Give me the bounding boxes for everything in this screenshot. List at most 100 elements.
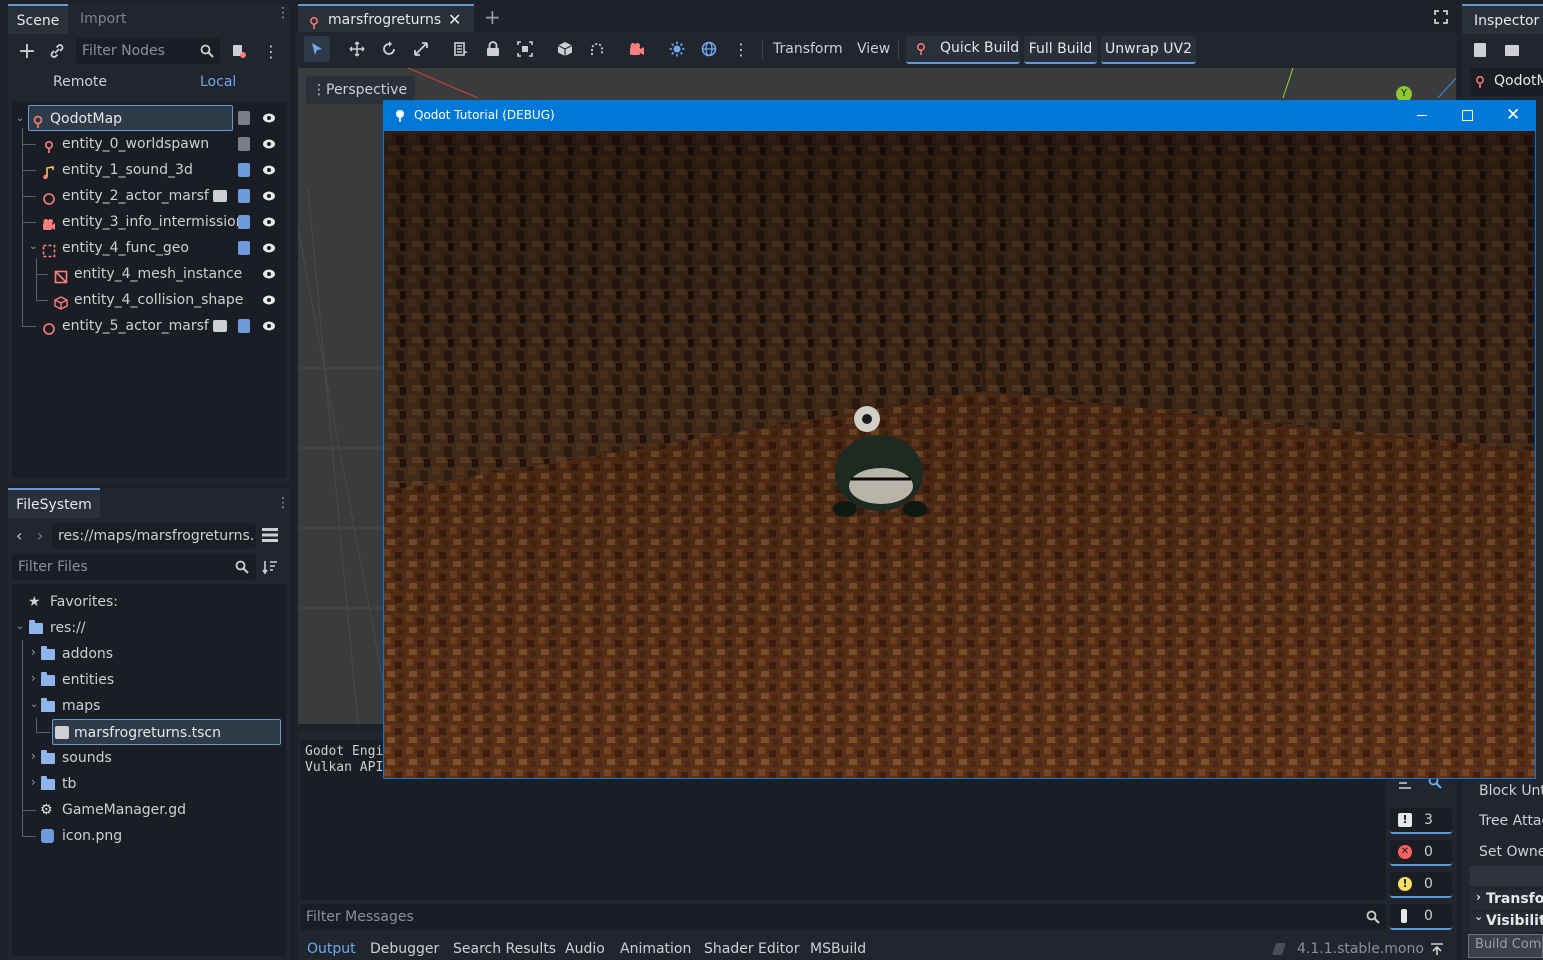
- eye-icon[interactable]: [262, 163, 276, 177]
- chevron-right-icon[interactable]: ›: [31, 671, 36, 685]
- group-icon[interactable]: [512, 36, 538, 62]
- chevron-right-icon[interactable]: ›: [31, 749, 36, 763]
- environment-globe-icon[interactable]: [696, 36, 722, 62]
- snap-icon[interactable]: [584, 36, 610, 62]
- unwrap-uv2-button[interactable]: Unwrap UV2: [1101, 36, 1196, 64]
- new-resource-icon[interactable]: [1474, 43, 1486, 57]
- file-marsfrogreturns[interactable]: marsfrogreturns.tscn: [52, 719, 281, 745]
- script-icon[interactable]: [238, 319, 250, 333]
- mode-remote[interactable]: Remote: [53, 74, 107, 90]
- eye-icon[interactable]: [262, 189, 276, 203]
- list-select-icon[interactable]: [448, 36, 474, 62]
- chevron-down-icon[interactable]: ⌄: [16, 621, 24, 632]
- build-complete-button[interactable]: Build Com: [1468, 934, 1543, 958]
- game-render[interactable]: [384, 131, 1535, 778]
- select-tool-icon[interactable]: [304, 36, 330, 62]
- clapperboard-icon[interactable]: [213, 190, 227, 202]
- forward-arrow-icon[interactable]: ›: [37, 526, 43, 545]
- link-icon[interactable]: [44, 38, 70, 64]
- bottom-tab-animation[interactable]: Animation: [620, 938, 691, 960]
- eye-icon[interactable]: [262, 215, 276, 229]
- script-icon[interactable]: [238, 189, 250, 203]
- chevron-right-icon[interactable]: ›: [31, 775, 36, 789]
- script-icon[interactable]: [238, 163, 250, 177]
- eye-icon[interactable]: [262, 293, 276, 307]
- close-icon[interactable]: ✕: [448, 6, 461, 34]
- add-tab-icon[interactable]: +: [484, 5, 501, 29]
- list-view-icon[interactable]: [262, 527, 278, 543]
- script-icon[interactable]: [238, 137, 250, 151]
- tab-scene[interactable]: Scene: [8, 4, 68, 34]
- fullscreen-icon[interactable]: [1434, 10, 1448, 24]
- error-count-toggle[interactable]: ✕ 0: [1390, 840, 1452, 866]
- view-menu[interactable]: View: [857, 36, 890, 62]
- path-field[interactable]: res://maps/marsfrogreturns.: [52, 523, 256, 549]
- game-window-titlebar[interactable]: Qodot Tutorial (DEBUG) ✕: [384, 101, 1535, 131]
- chevron-right-icon[interactable]: ›: [31, 645, 36, 659]
- tree-node-mesh-instance[interactable]: entity_4_mesh_instance: [52, 261, 242, 287]
- tree-node-func-geo[interactable]: entity_4_func_geo: [40, 235, 230, 261]
- tab-scene-file[interactable]: marsfrogreturns ✕: [298, 4, 474, 32]
- maximize-icon[interactable]: [1462, 110, 1473, 121]
- scale-tool-icon[interactable]: [408, 36, 434, 62]
- back-arrow-icon[interactable]: ‹: [16, 526, 22, 545]
- eye-icon[interactable]: [262, 319, 276, 333]
- mode-local[interactable]: Local: [200, 74, 236, 90]
- rotate-tool-icon[interactable]: [376, 36, 402, 62]
- move-tool-icon[interactable]: [344, 36, 370, 62]
- tab-inspector[interactable]: Inspector: [1462, 4, 1543, 34]
- bottom-tab-search-results[interactable]: Search Results: [453, 938, 556, 960]
- script-icon[interactable]: [238, 111, 250, 125]
- eye-icon[interactable]: [262, 137, 276, 151]
- inspector-node-row[interactable]: QodotM: [1470, 68, 1543, 96]
- section-transform[interactable]: › Transfor: [1470, 890, 1543, 910]
- tree-node-marsfrog-2[interactable]: entity_2_actor_marsfrog: [40, 183, 210, 209]
- file-icon-png[interactable]: icon.png: [40, 823, 240, 849]
- folder-maps[interactable]: maps: [40, 693, 240, 719]
- chevron-down-icon[interactable]: ⌄: [16, 113, 24, 124]
- camera-icon[interactable]: [624, 36, 650, 62]
- bottom-tab-debugger[interactable]: Debugger: [370, 938, 439, 960]
- filter-messages-input[interactable]: Filter Messages: [300, 904, 1386, 930]
- clapperboard-icon[interactable]: [213, 320, 227, 332]
- close-icon[interactable]: ✕: [1506, 105, 1520, 125]
- chevron-down-icon[interactable]: ⌄: [29, 241, 37, 252]
- bottom-tab-shader-editor[interactable]: Shader Editor: [704, 938, 799, 960]
- bottom-tab-msbuild[interactable]: MSBuild: [810, 938, 866, 960]
- cube-icon[interactable]: [552, 36, 578, 62]
- tab-filesystem[interactable]: FileSystem: [8, 488, 100, 518]
- panel-pin-icon[interactable]: [1430, 942, 1444, 956]
- filter-files-input[interactable]: Filter Files: [12, 554, 256, 580]
- inspector-field[interactable]: [1470, 866, 1543, 886]
- file-gamemanager[interactable]: ⚙ GameManager.gd: [40, 797, 240, 823]
- script-icon[interactable]: [238, 215, 250, 229]
- section-visibility[interactable]: ⌄ Visibility: [1470, 910, 1543, 932]
- folder-entities[interactable]: entities: [40, 667, 240, 693]
- transform-menu[interactable]: Transform: [773, 36, 843, 62]
- favorites-item[interactable]: ★ Favorites:: [28, 589, 228, 615]
- eye-icon[interactable]: [262, 241, 276, 255]
- sun-icon[interactable]: [664, 36, 690, 62]
- tree-node-root[interactable]: QodotMap: [28, 105, 233, 131]
- tree-node-collision-shape[interactable]: entity_4_collision_shape: [52, 287, 243, 313]
- minimize-icon[interactable]: [1417, 115, 1427, 116]
- folder-addons[interactable]: addons: [40, 641, 240, 667]
- sort-icon[interactable]: [257, 554, 283, 580]
- game-window[interactable]: Qodot Tutorial (DEBUG) ✕: [383, 100, 1536, 779]
- bottom-tab-output[interactable]: Output: [307, 938, 356, 960]
- eye-icon[interactable]: [262, 267, 276, 281]
- script-filter-icon[interactable]: [226, 38, 252, 64]
- tree-node-worldspawn[interactable]: entity_0_worldspawn: [40, 131, 230, 157]
- message-count-toggle[interactable]: ! 3: [1390, 808, 1452, 834]
- lock-icon[interactable]: [480, 36, 506, 62]
- add-node-icon[interactable]: +: [14, 38, 40, 64]
- folder-sounds[interactable]: sounds: [40, 745, 240, 771]
- script-icon[interactable]: [238, 241, 250, 255]
- more-icon[interactable]: ⋮: [258, 38, 284, 64]
- folder-open-icon[interactable]: [1505, 45, 1519, 56]
- eye-icon[interactable]: [262, 111, 276, 125]
- full-build-button[interactable]: Full Build: [1024, 36, 1097, 64]
- more-icon[interactable]: ⋮: [728, 36, 754, 62]
- quick-build-button[interactable]: Quick Build: [906, 36, 1020, 64]
- bottom-tab-audio[interactable]: Audio: [565, 938, 605, 960]
